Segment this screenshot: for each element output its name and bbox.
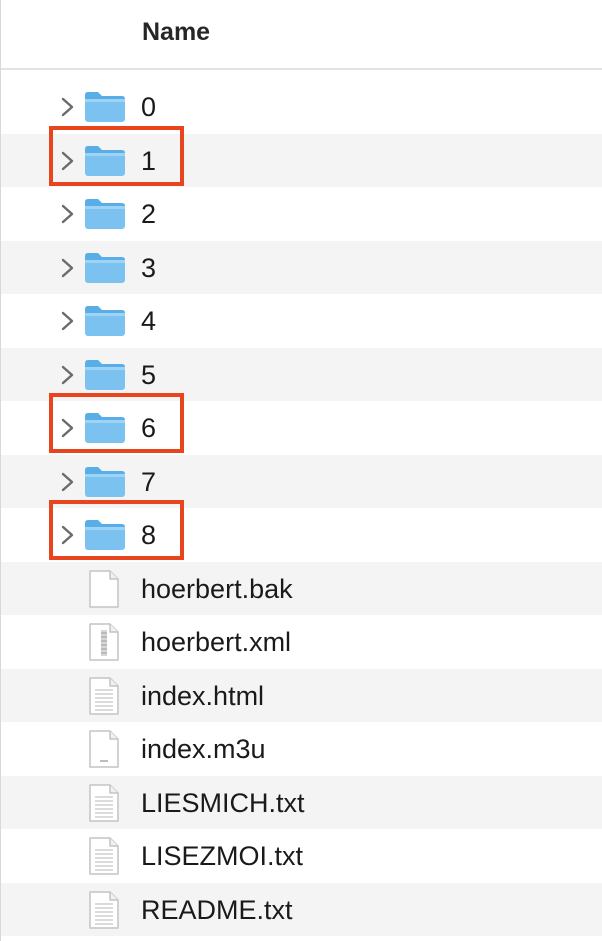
item-name: 6 xyxy=(141,413,157,443)
folder-row[interactable]: 5 xyxy=(1,347,602,401)
folder-row[interactable]: 7 xyxy=(1,454,602,508)
blank-document-icon xyxy=(89,569,119,608)
disclosure-chevron-icon[interactable] xyxy=(58,95,78,119)
file-list: 0 1 2 3 4 5 6 7 8 hoerbert.bak hoerbert.xml index.h… xyxy=(1,80,602,936)
folder-icon xyxy=(85,199,125,229)
folder-row[interactable]: 6 xyxy=(1,393,602,455)
item-name: 0 xyxy=(141,92,157,122)
folder-row[interactable]: 2 xyxy=(1,187,602,241)
folder-icon xyxy=(85,520,125,550)
folder-row[interactable]: 3 xyxy=(1,240,602,294)
folder-icon xyxy=(85,306,125,336)
item-name: 7 xyxy=(141,466,157,497)
item-name: 8 xyxy=(141,520,157,550)
disclosure-chevron-icon[interactable] xyxy=(58,416,78,440)
folder-icon xyxy=(85,92,125,122)
disclosure-chevron-icon[interactable] xyxy=(58,470,78,494)
folder-row[interactable]: 0 xyxy=(1,80,602,134)
item-name: 5 xyxy=(141,359,157,390)
item-name: LISEZMOI.txt xyxy=(141,841,304,871)
disclosure-chevron-icon[interactable] xyxy=(58,363,78,387)
text-document-icon xyxy=(89,837,119,875)
file-row[interactable]: hoerbert.bak xyxy=(1,561,602,615)
finder-list-view: Name 0 1 2 3 4 5 6 7 8 hoerbert.bak hoerbert.xml in… xyxy=(0,0,602,941)
file-row[interactable]: index.html xyxy=(1,668,602,722)
item-name: 1 xyxy=(141,145,157,176)
disclosure-chevron-icon[interactable] xyxy=(58,202,78,226)
folder-icon xyxy=(85,466,125,497)
item-name: 3 xyxy=(141,252,157,283)
xml-document-icon xyxy=(89,623,119,661)
item-name: index.html xyxy=(141,680,265,711)
item-name: LIESMICH.txt xyxy=(141,787,305,818)
disclosure-chevron-icon[interactable] xyxy=(58,149,78,173)
item-name: index.m3u xyxy=(141,734,266,764)
folder-row[interactable]: 1 xyxy=(1,125,602,187)
folder-row[interactable]: 4 xyxy=(1,294,602,348)
file-row[interactable]: index.m3u xyxy=(1,722,602,776)
folder-icon xyxy=(85,413,125,443)
disclosure-chevron-icon[interactable] xyxy=(58,256,78,280)
item-name: 2 xyxy=(141,199,157,229)
folder-row[interactable]: 8 xyxy=(1,500,602,562)
html-document-icon xyxy=(89,676,119,715)
item-name: 4 xyxy=(141,306,157,336)
file-row[interactable]: hoerbert.xml xyxy=(1,615,602,669)
item-name: hoerbert.xml xyxy=(141,627,292,657)
file-row[interactable]: LIESMICH.txt xyxy=(1,775,602,829)
folder-icon xyxy=(85,252,125,283)
text-document-icon xyxy=(89,783,119,822)
name-column-header[interactable]: Name xyxy=(142,18,210,47)
playlist-document-icon xyxy=(89,730,119,768)
file-row[interactable]: LISEZMOI.txt xyxy=(1,829,602,883)
item-name: README.txt xyxy=(141,894,293,925)
text-document-icon xyxy=(89,890,119,929)
folder-icon xyxy=(85,145,125,176)
folder-icon xyxy=(85,359,125,390)
item-name: hoerbert.bak xyxy=(141,573,293,604)
column-header: Name xyxy=(1,0,602,70)
file-row[interactable]: README.txt xyxy=(1,882,602,936)
disclosure-chevron-icon[interactable] xyxy=(58,523,78,547)
disclosure-chevron-icon[interactable] xyxy=(58,309,78,333)
